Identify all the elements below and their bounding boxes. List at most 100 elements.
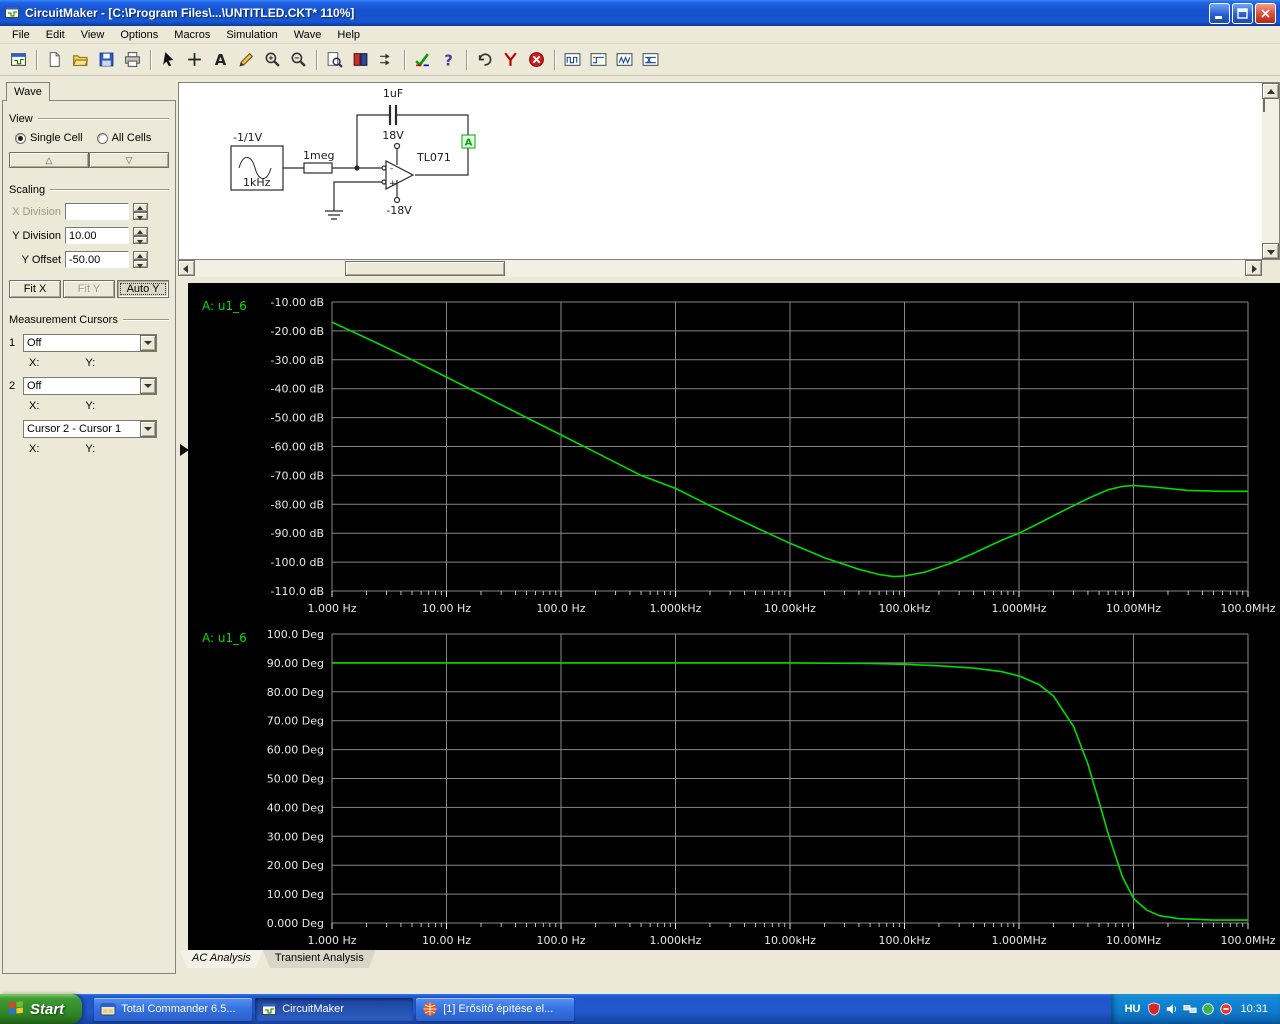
plus-tool-button[interactable] bbox=[182, 48, 207, 72]
svg-text:-90.00 dB: -90.00 dB bbox=[271, 527, 325, 540]
minimize-button[interactable] bbox=[1209, 2, 1230, 24]
close-button[interactable] bbox=[1255, 2, 1276, 24]
capacitor-symbol[interactable] bbox=[388, 105, 398, 125]
save-button[interactable] bbox=[94, 48, 119, 72]
menu-item-wave[interactable]: Wave bbox=[286, 27, 330, 43]
menu-item-file[interactable]: File bbox=[4, 27, 38, 43]
stop-circle-button[interactable] bbox=[524, 48, 549, 72]
resistor-symbol[interactable] bbox=[303, 162, 333, 174]
spin-up-icon[interactable] bbox=[133, 227, 148, 236]
help-question-button[interactable]: ? bbox=[436, 48, 461, 72]
menu-item-help[interactable]: Help bbox=[329, 27, 368, 43]
all-cells-radio[interactable] bbox=[96, 132, 108, 144]
circuit-window-button[interactable] bbox=[6, 48, 31, 72]
spin-down-icon[interactable] bbox=[133, 211, 148, 220]
cursor-diff-select[interactable]: Cursor 2 - Cursor 1 bbox=[23, 420, 157, 438]
cursor-arrow-button[interactable] bbox=[156, 48, 181, 72]
circuit-window-icon bbox=[262, 1003, 277, 1015]
taskbar-button-circuitmaker[interactable]: CircuitMaker bbox=[255, 997, 414, 1021]
taskbar-button-total-commander-6-5[interactable]: Total Commander 6.5... bbox=[94, 997, 253, 1021]
tray-network-icon[interactable] bbox=[1183, 1002, 1198, 1016]
wave-pulse-button[interactable] bbox=[612, 48, 637, 72]
spin-up-icon[interactable] bbox=[133, 251, 148, 260]
svg-text:10.00MHz: 10.00MHz bbox=[1106, 602, 1161, 615]
magnitude-plot[interactable]: -10.00 dB -20.00 dB -30.00 dB -40.00 dB -50.… bbox=[188, 283, 1280, 615]
y-offset-spinner[interactable] bbox=[133, 251, 148, 268]
spin-down-icon[interactable] bbox=[133, 259, 148, 268]
print-icon bbox=[125, 52, 140, 67]
phase-plot[interactable]: 100.0 Deg 90.00 Deg 80.00 Deg 70.00 Deg 60.0… bbox=[188, 615, 1280, 947]
menu-item-macros[interactable]: Macros bbox=[166, 27, 218, 43]
new-file-button[interactable] bbox=[42, 48, 67, 72]
scroll-down-button[interactable] bbox=[1262, 243, 1279, 259]
chevron-down-icon[interactable] bbox=[140, 421, 156, 437]
schematic-horizontal-scrollbar[interactable] bbox=[178, 260, 1280, 277]
print-button[interactable] bbox=[120, 48, 145, 72]
zoom-glass-button[interactable] bbox=[260, 48, 285, 72]
cursor2-select[interactable]: Off bbox=[23, 377, 157, 395]
scrollbar-thumb[interactable] bbox=[1263, 98, 1265, 112]
start-button[interactable]: Start bbox=[0, 994, 83, 1024]
chevron-down-icon[interactable] bbox=[140, 378, 156, 394]
wave-bus-button[interactable] bbox=[638, 48, 663, 72]
tray-green-icon[interactable] bbox=[1201, 1002, 1215, 1016]
scroll-right-button[interactable] bbox=[1245, 260, 1262, 276]
schematic-canvas[interactable]: -1/1V 1kHz 1meg 1uF 18V -18V TL071 - + A bbox=[179, 83, 1261, 258]
fit-x-button[interactable]: Fit X bbox=[9, 280, 61, 298]
probe-y-button[interactable] bbox=[498, 48, 523, 72]
tab-ac-analysis[interactable]: AC Analysis bbox=[180, 950, 263, 968]
menu-item-simulation[interactable]: Simulation bbox=[218, 27, 285, 43]
menu-item-edit[interactable]: Edit bbox=[38, 27, 73, 43]
single-cell-radio[interactable] bbox=[15, 132, 26, 144]
auto-y-button[interactable]: Auto Y bbox=[117, 280, 169, 298]
y-division-input[interactable] bbox=[65, 227, 129, 244]
x-division-spinner[interactable] bbox=[133, 203, 148, 220]
svg-text:70.00 Deg: 70.00 Deg bbox=[267, 715, 324, 728]
y-division-spinner[interactable] bbox=[133, 227, 148, 244]
taskbar-button-1-er-s-t-p-t-se-el[interactable]: [1] Erősítő építése el... bbox=[416, 997, 575, 1021]
tray-shield-icon[interactable] bbox=[1147, 1002, 1161, 1016]
y-offset-input[interactable] bbox=[65, 251, 129, 268]
scroll-left-button[interactable] bbox=[178, 260, 195, 276]
wave-digital-button[interactable] bbox=[560, 48, 585, 72]
wire-pencil-button[interactable] bbox=[234, 48, 259, 72]
cursors-group-label: Measurement Cursors bbox=[9, 314, 118, 326]
svg-text:10.00 Deg: 10.00 Deg bbox=[267, 888, 324, 901]
scrollbar-thumb[interactable] bbox=[345, 261, 505, 276]
open-folder-button[interactable] bbox=[68, 48, 93, 72]
library-book-button[interactable] bbox=[348, 48, 373, 72]
wave-bus-icon bbox=[642, 53, 659, 66]
cursor1-select[interactable]: Off bbox=[23, 334, 157, 352]
run-check-button[interactable] bbox=[410, 48, 435, 72]
spin-down-icon[interactable] bbox=[133, 235, 148, 244]
wave-step-button[interactable] bbox=[586, 48, 611, 72]
vplus-label: 18V bbox=[382, 129, 404, 142]
chevron-down-icon[interactable] bbox=[140, 335, 156, 351]
scroll-cell-down-button[interactable]: ▽ bbox=[89, 152, 169, 168]
scroll-up-button[interactable] bbox=[1262, 83, 1279, 99]
wave-digital-icon bbox=[564, 53, 581, 66]
maximize-button[interactable] bbox=[1232, 2, 1253, 24]
language-indicator[interactable]: HU bbox=[1125, 1003, 1141, 1015]
menu-item-options[interactable]: Options bbox=[112, 27, 166, 43]
spin-up-icon[interactable] bbox=[133, 203, 148, 212]
tab-transient-analysis[interactable]: Transient Analysis bbox=[263, 950, 376, 968]
text-tool-button[interactable]: A bbox=[208, 48, 233, 72]
x-division-input[interactable] bbox=[65, 203, 129, 220]
capacitor-label: 1uF bbox=[383, 87, 403, 100]
wave-tab[interactable]: Wave bbox=[6, 82, 50, 101]
scroll-cell-up-button[interactable]: △ bbox=[9, 152, 89, 168]
ground-symbol[interactable] bbox=[325, 210, 343, 220]
probe-glass-button[interactable] bbox=[286, 48, 311, 72]
undo-arrow-button[interactable] bbox=[472, 48, 497, 72]
tray-volume-icon[interactable] bbox=[1165, 1002, 1179, 1016]
probe-a-marker[interactable]: A bbox=[461, 134, 476, 149]
compare-arrows-button[interactable] bbox=[374, 48, 399, 72]
menu-item-view[interactable]: View bbox=[73, 27, 113, 43]
svg-text:-110.0 dB: -110.0 dB bbox=[271, 585, 325, 598]
probe-glass-icon bbox=[291, 52, 306, 67]
tray-red-icon[interactable] bbox=[1219, 1002, 1233, 1016]
schematic-vertical-scrollbar[interactable] bbox=[1262, 83, 1279, 259]
svg-text:100.0 Hz: 100.0 Hz bbox=[536, 934, 585, 947]
find-part-button[interactable] bbox=[322, 48, 347, 72]
